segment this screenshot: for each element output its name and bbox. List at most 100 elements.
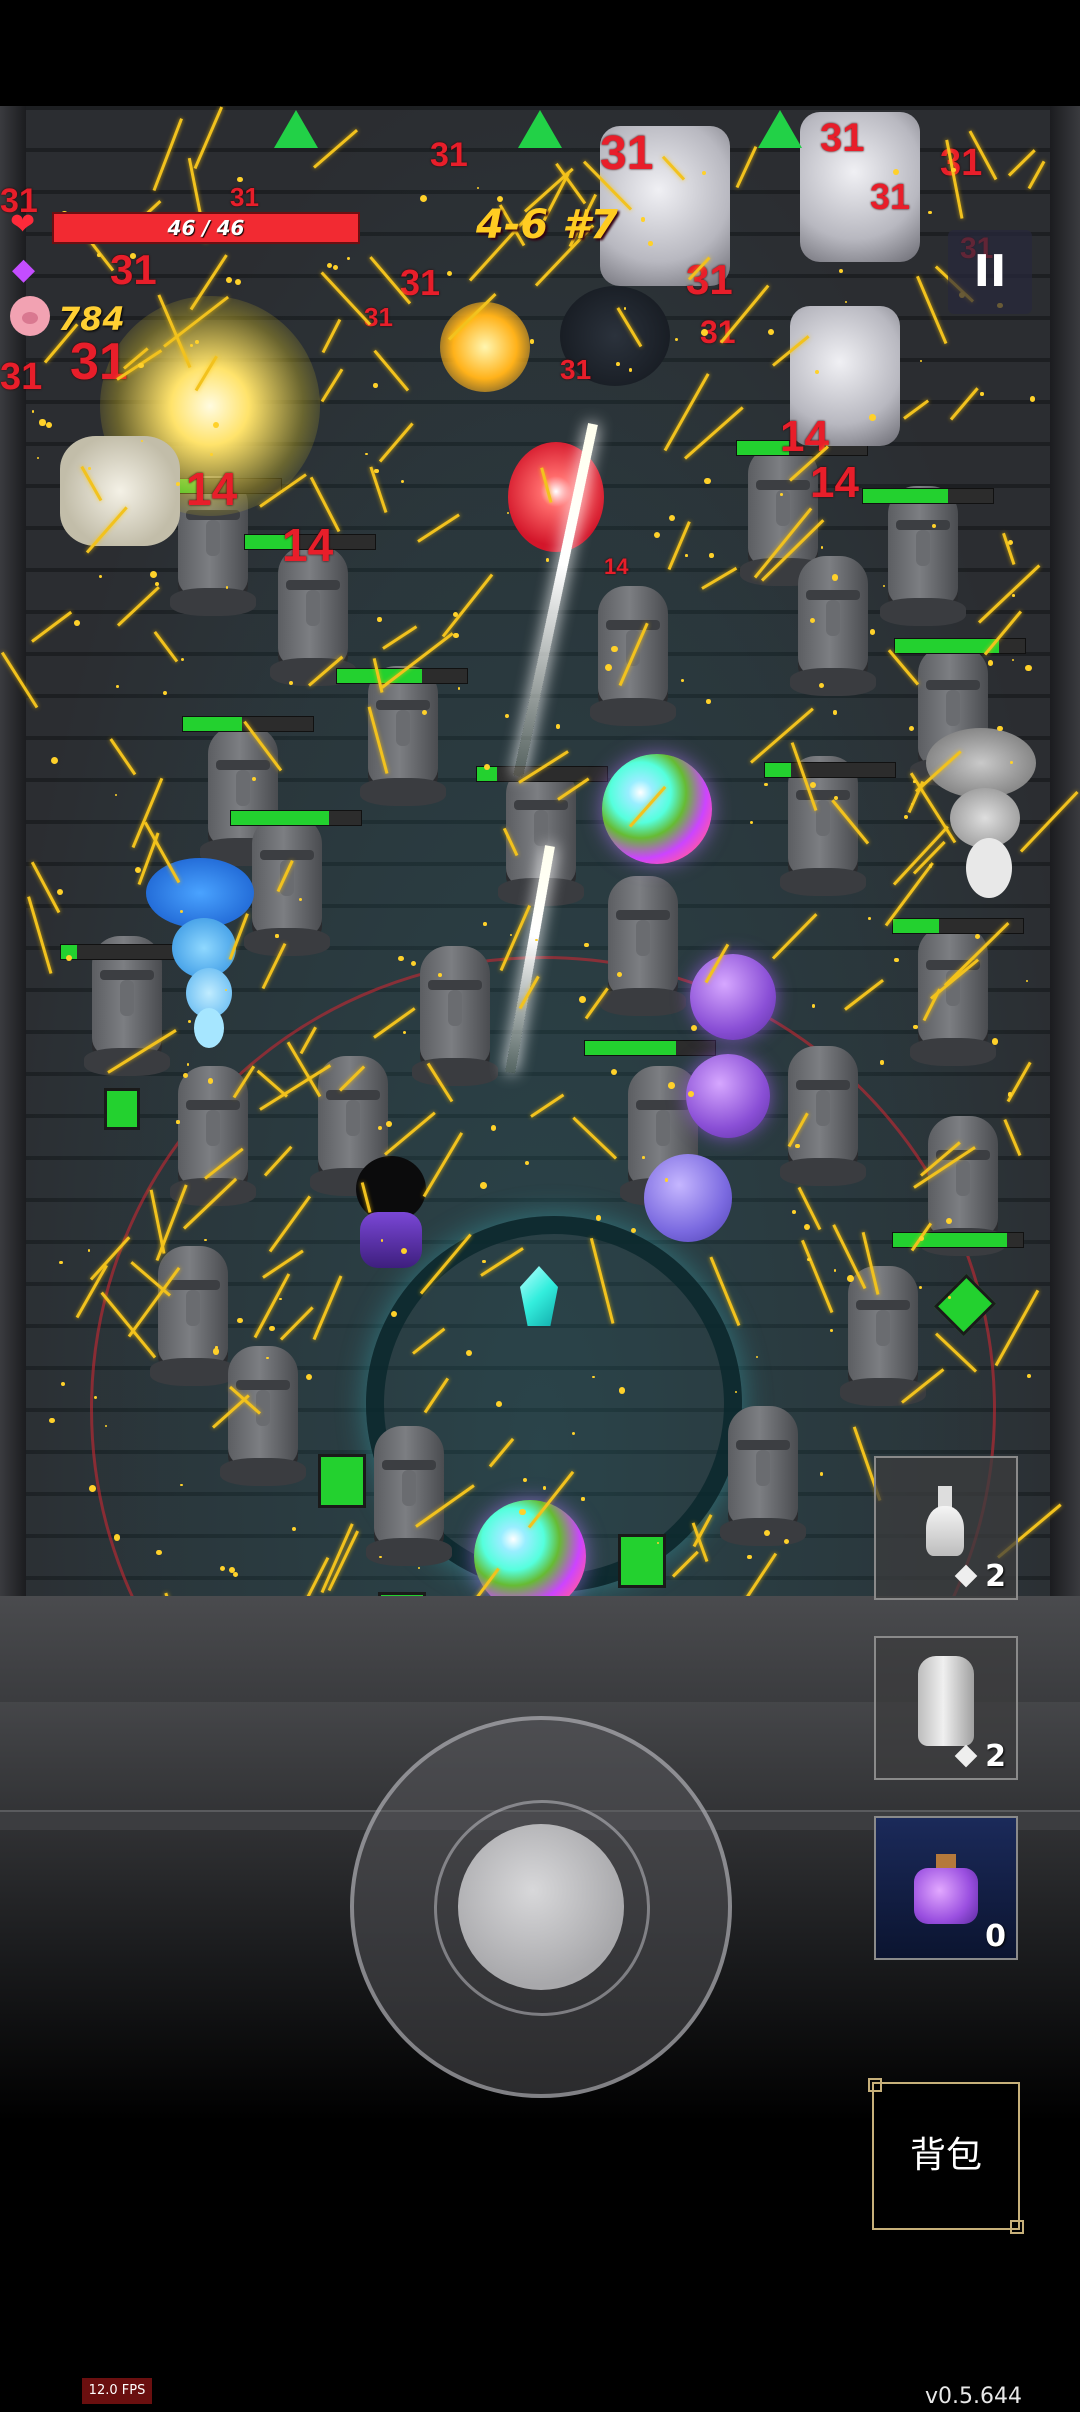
spark-particle [373,382,378,388]
spark-particle [847,1275,854,1282]
spark-particle [767,328,774,335]
spark-particle [57,888,64,895]
blue-tornado-effect [146,858,256,1058]
spark-particle [208,1078,214,1084]
spark-particle [928,863,933,868]
spark-particle [483,922,487,926]
spark-particle [346,256,350,260]
spark-particle [701,170,707,175]
arrow-projectile [683,406,744,460]
spark-particle [476,186,479,190]
spark-particle [795,1143,800,1149]
damage-number: 31 [600,127,654,180]
spark-particle [833,795,838,801]
spark-particle [189,343,193,347]
item-slot-moai-statue[interactable]: 2 [874,1636,1018,1780]
moai-statue [244,816,330,956]
offscreen-enemy-indicator [274,110,318,148]
damage-number: 31 [560,354,592,385]
spark-particle [506,511,509,514]
item-slot-purple-potion[interactable]: 0 [874,1816,1018,1960]
moai-statue [840,1266,926,1406]
moai-statue [412,946,498,1086]
spark-particle [572,1431,576,1435]
damage-number: 31 [820,116,865,160]
spark-particle [829,1329,833,1333]
backpack-button[interactable]: 背包 [868,2078,1024,2234]
spark-particle [505,714,510,719]
spark-particle [542,1486,547,1490]
spark-particle [113,1534,121,1541]
pause-button[interactable]: II [948,230,1032,314]
spark-particle [176,1120,180,1124]
purple-orb-projectile [644,1154,732,1242]
spark-particle [60,1381,66,1387]
player-hp-bar: 46 / 46 [52,212,360,244]
spark-particle [605,663,613,671]
damage-number: 31 [430,136,468,174]
spark-particle [496,195,503,202]
enemy-hp-bar [892,1232,1024,1248]
spark-particle [546,558,550,562]
purple-potion-icon [914,1854,978,1924]
spark-particle [685,554,688,558]
spark-particle [237,176,243,182]
spark-particle [950,167,956,173]
spark-particle [49,1417,55,1424]
spark-particle [87,1249,91,1252]
spark-particle [709,553,714,558]
item-slot-potion-bottle[interactable]: 2 [874,1456,1018,1600]
item-count: 2 [985,1739,1006,1774]
spark-particle [844,300,847,303]
spark-particle [291,1526,296,1531]
spark-particle [581,1497,585,1501]
spark-particle [1026,1374,1031,1379]
spark-particle [642,1156,645,1159]
offscreen-enemy-indicator [518,110,562,148]
spark-particle [233,1571,239,1577]
spark-particle [479,1182,487,1190]
virtual-joystick[interactable] [350,1716,732,2098]
spark-particle [997,726,1003,732]
arrow-projectile [320,271,372,326]
arrow-projectile [381,625,417,651]
spark-particle [156,1549,162,1556]
spark-particle [130,253,136,260]
gem-icon: ◆ [12,252,36,287]
spark-particle [750,821,754,825]
spark-particle [987,660,994,666]
spark-particle [653,531,660,538]
arrow-projectile [949,386,979,421]
arrow-projectile [915,275,948,344]
green-drone-turret [618,1534,666,1588]
spark-particle [446,270,453,277]
arrow-projectile [1007,149,1036,177]
spark-particle [1029,396,1036,402]
spark-particle [269,1325,275,1332]
moai-statue [360,666,446,806]
spark-particle [764,783,768,787]
joystick-knob[interactable] [458,1824,624,1990]
flame-burst-effect [440,302,530,392]
spark-particle [400,480,404,484]
spark-particle [1011,658,1015,662]
moai-statue [366,1426,452,1566]
spark-particle [39,419,46,426]
arrow-projectile [667,521,691,570]
spark-particle [868,916,872,920]
spark-particle [237,1317,243,1324]
spark-particle [664,1177,669,1182]
spark-particle [919,359,923,363]
spark-particle [555,724,561,730]
moai-statue [170,1066,256,1206]
spark-particle [98,574,102,578]
spark-particle [807,1257,811,1262]
spark-particle [457,687,461,690]
green-drone-turret [104,1088,140,1130]
spark-particle [87,467,91,470]
spark-particle [928,210,932,215]
spark-particle [648,241,653,246]
arrow-projectile [772,913,818,960]
arrow-projectile [843,979,884,1011]
arrow-projectile [373,350,410,392]
